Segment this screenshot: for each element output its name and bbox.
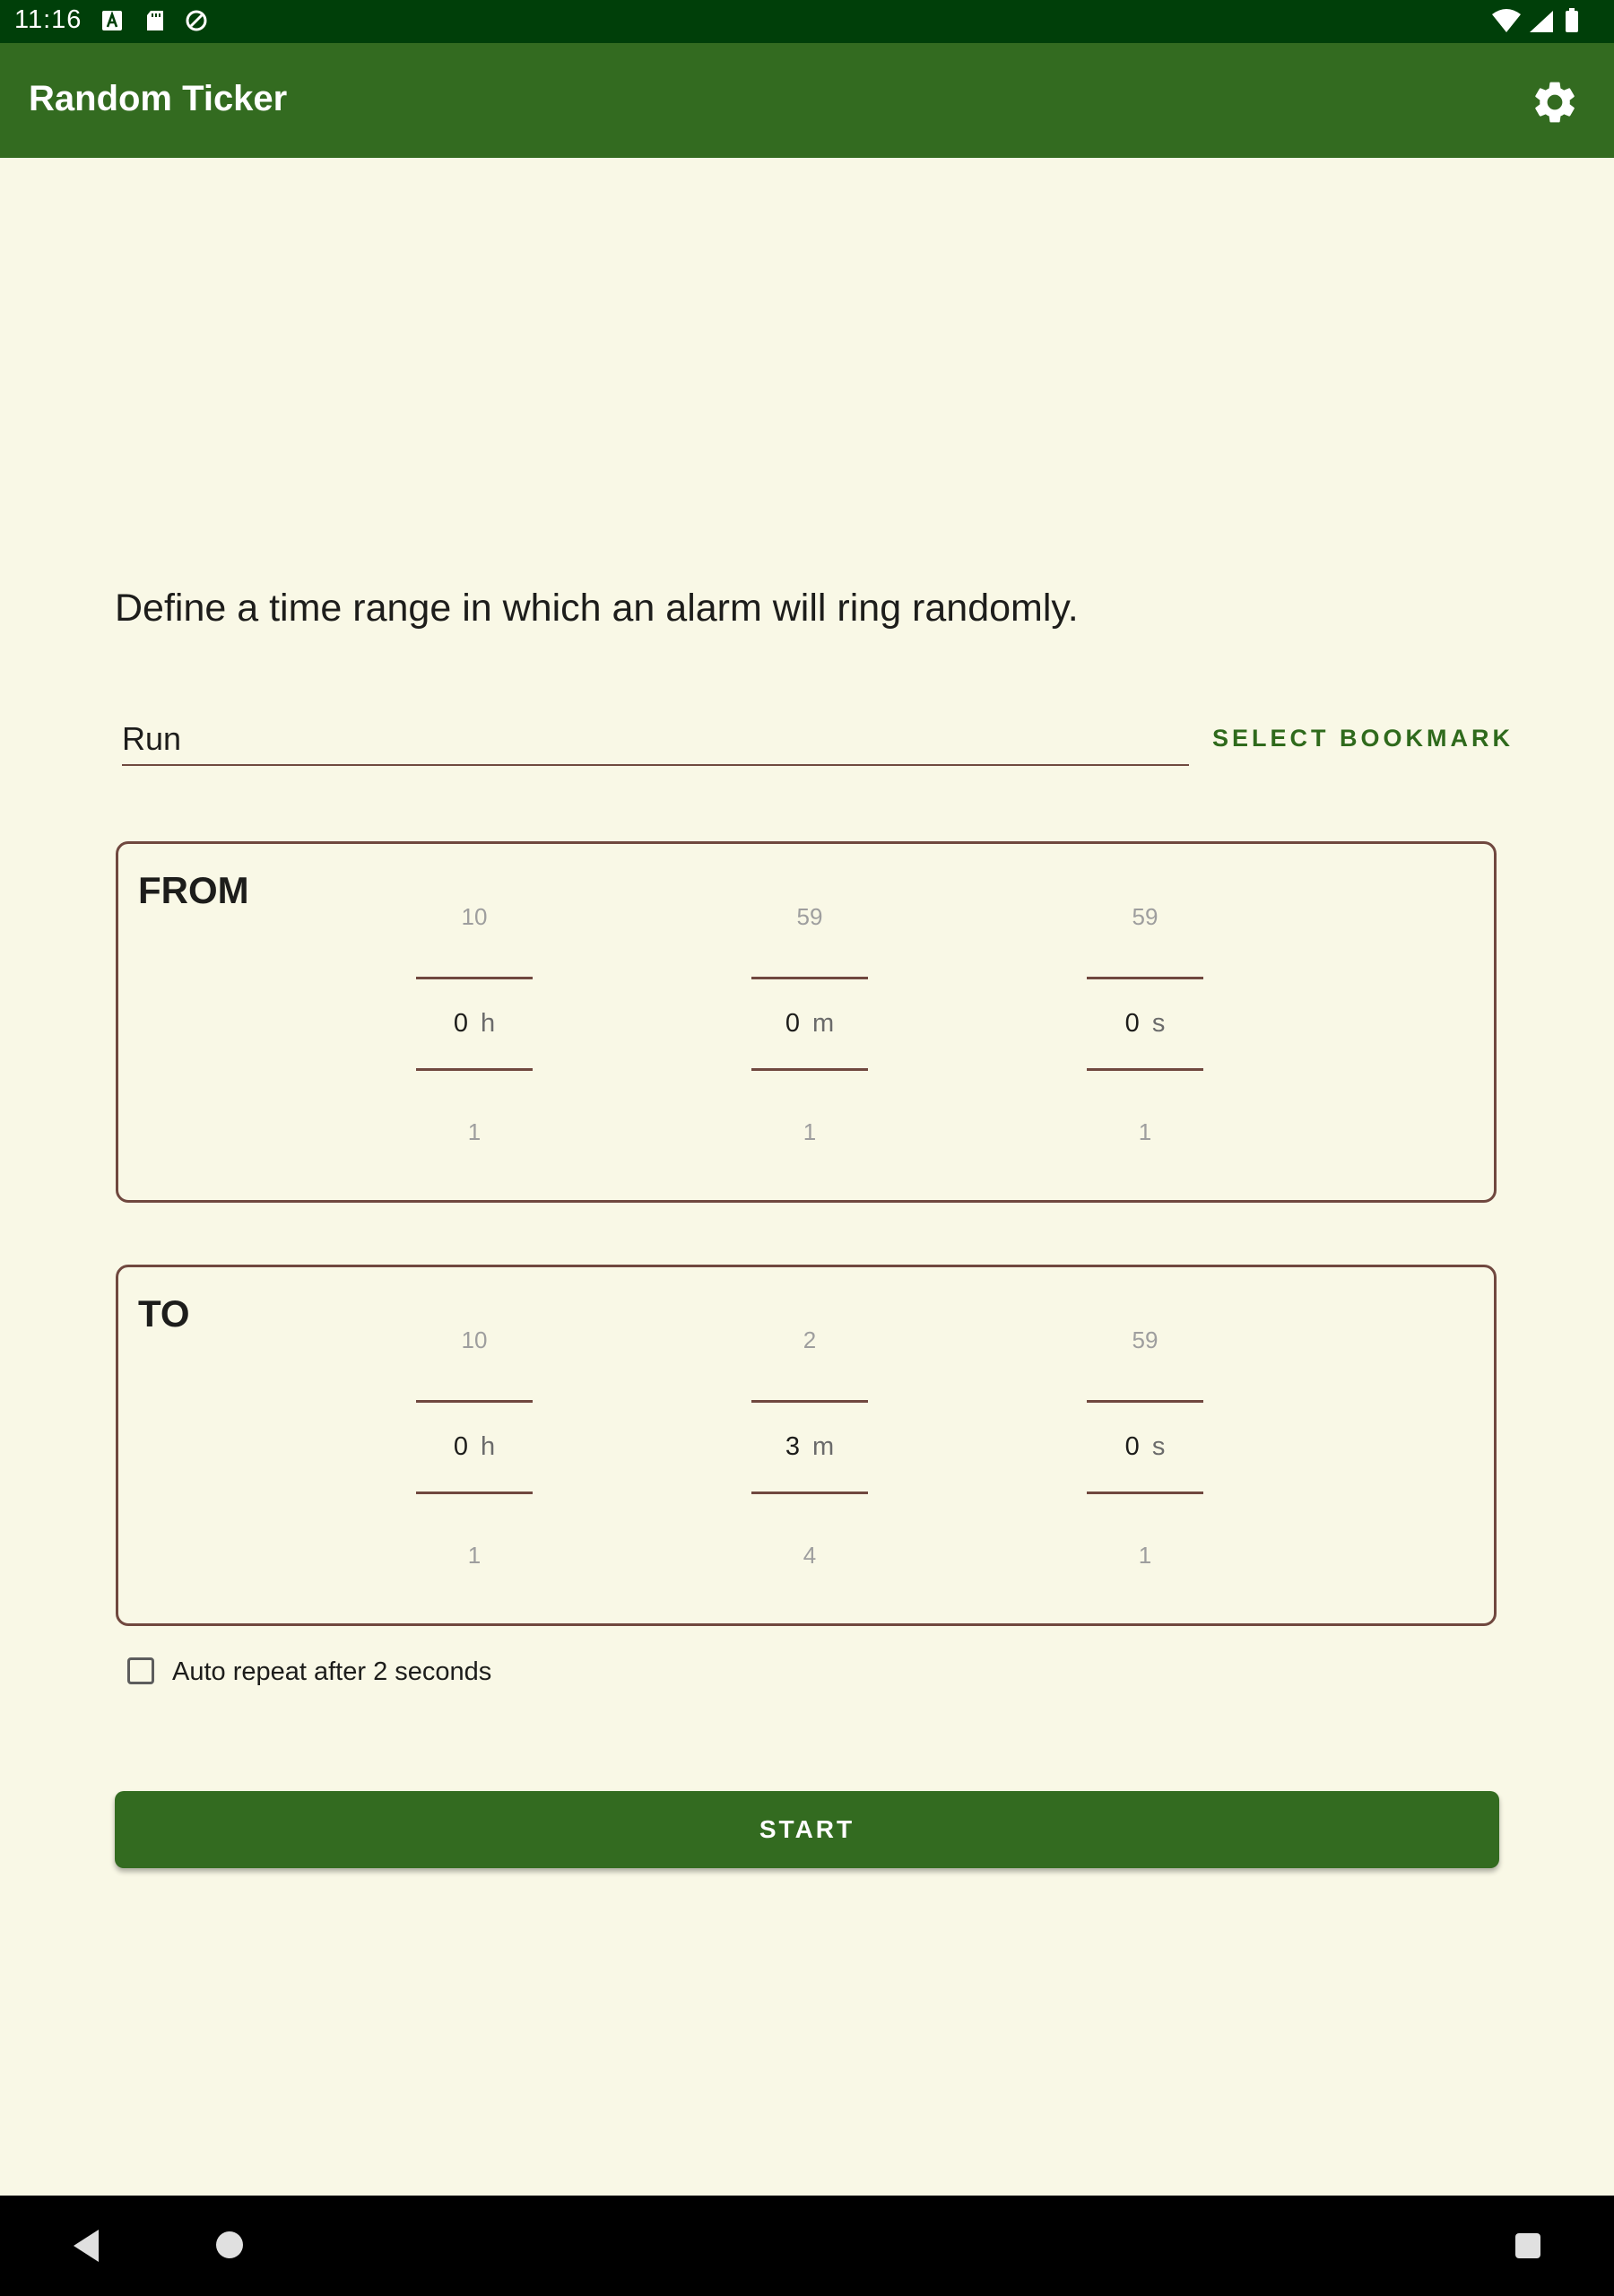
status-bar: 11:16 bbox=[0, 0, 1614, 43]
picker-divider bbox=[416, 1068, 533, 1071]
to-title: TO bbox=[138, 1292, 190, 1335]
to-range-box: TO 10 0h 1 2 3m 4 59 0s 1 bbox=[116, 1265, 1497, 1626]
picker-current-value: 0 bbox=[453, 1432, 468, 1461]
picker-prev-value[interactable]: 59 bbox=[1087, 903, 1203, 931]
picker-unit: s bbox=[1151, 1432, 1166, 1461]
picker-divider bbox=[751, 1400, 868, 1403]
system-status-icons bbox=[1492, 8, 1578, 32]
wifi-icon bbox=[1492, 9, 1521, 32]
back-icon[interactable] bbox=[70, 2228, 102, 2264]
data-saver-icon bbox=[186, 10, 207, 31]
to-seconds-picker[interactable]: 59 0s 1 bbox=[1087, 1321, 1203, 1590]
app-bar: Random Ticker bbox=[0, 43, 1614, 158]
picker-unit: s bbox=[1151, 1009, 1166, 1038]
select-bookmark-button[interactable]: SELECT BOOKMARK bbox=[1212, 725, 1514, 752]
alarm-name-input[interactable] bbox=[122, 714, 1189, 766]
start-button[interactable]: START bbox=[115, 1791, 1499, 1868]
picker-current[interactable]: 0h bbox=[416, 1009, 533, 1039]
picker-current-value: 0 bbox=[1124, 1009, 1140, 1038]
picker-current-value: 0 bbox=[1124, 1432, 1140, 1461]
picker-divider bbox=[751, 1068, 868, 1071]
from-hours-picker[interactable]: 10 0h 1 bbox=[416, 898, 533, 1167]
from-minutes-picker[interactable]: 59 0m 1 bbox=[751, 898, 868, 1167]
picker-current-value: 0 bbox=[453, 1009, 468, 1038]
auto-repeat-label[interactable]: Auto repeat after 2 seconds bbox=[172, 1657, 491, 1687]
picker-current[interactable]: 0m bbox=[751, 1009, 868, 1039]
picker-divider bbox=[1087, 1400, 1203, 1403]
gear-icon[interactable] bbox=[1530, 77, 1580, 127]
picker-current[interactable]: 3m bbox=[751, 1432, 868, 1462]
app-title: Random Ticker bbox=[29, 79, 288, 118]
cell-signal-icon bbox=[1530, 11, 1553, 32]
picker-divider bbox=[1087, 1492, 1203, 1494]
font-a-icon bbox=[102, 11, 122, 30]
picker-next-value[interactable]: 1 bbox=[416, 1542, 533, 1570]
picker-unit: h bbox=[481, 1009, 496, 1038]
picker-current[interactable]: 0h bbox=[416, 1432, 533, 1462]
picker-current-value: 3 bbox=[785, 1432, 800, 1461]
picker-prev-value[interactable]: 10 bbox=[416, 903, 533, 931]
picker-next-value[interactable]: 4 bbox=[751, 1542, 868, 1570]
picker-current[interactable]: 0s bbox=[1087, 1432, 1203, 1462]
auto-repeat-checkbox[interactable] bbox=[127, 1657, 154, 1684]
picker-current-value: 0 bbox=[785, 1009, 800, 1038]
picker-unit: h bbox=[481, 1432, 496, 1461]
picker-next-value[interactable]: 1 bbox=[1087, 1542, 1203, 1570]
picker-prev-value[interactable]: 10 bbox=[416, 1326, 533, 1354]
picker-divider bbox=[416, 1492, 533, 1494]
recents-icon[interactable] bbox=[1514, 2231, 1542, 2260]
navigation-bar bbox=[0, 2196, 1614, 2296]
picker-divider bbox=[751, 977, 868, 979]
from-range-box: FROM 10 0h 1 59 0m 1 59 0s 1 bbox=[116, 841, 1497, 1203]
picker-next-value[interactable]: 1 bbox=[751, 1118, 868, 1146]
status-time: 11:16 bbox=[14, 5, 82, 34]
picker-unit: m bbox=[811, 1432, 835, 1461]
picker-next-value[interactable]: 1 bbox=[1087, 1118, 1203, 1146]
picker-prev-value[interactable]: 59 bbox=[751, 903, 868, 931]
from-seconds-picker[interactable]: 59 0s 1 bbox=[1087, 898, 1203, 1167]
picker-divider bbox=[1087, 977, 1203, 979]
to-minutes-picker[interactable]: 2 3m 4 bbox=[751, 1321, 868, 1590]
picker-prev-value[interactable]: 2 bbox=[751, 1326, 868, 1354]
picker-unit: m bbox=[811, 1009, 835, 1038]
home-icon[interactable] bbox=[214, 2230, 245, 2260]
picker-divider bbox=[751, 1492, 868, 1494]
to-hours-picker[interactable]: 10 0h 1 bbox=[416, 1321, 533, 1590]
picker-divider bbox=[1087, 1068, 1203, 1071]
from-title: FROM bbox=[138, 869, 249, 911]
sd-card-icon bbox=[147, 11, 163, 30]
picker-prev-value[interactable]: 59 bbox=[1087, 1326, 1203, 1354]
picker-divider bbox=[416, 977, 533, 979]
picker-next-value[interactable]: 1 bbox=[416, 1118, 533, 1146]
battery-icon bbox=[1566, 11, 1578, 32]
picker-divider bbox=[416, 1400, 533, 1403]
description-text: Define a time range in which an alarm wi… bbox=[115, 587, 1079, 630]
picker-current[interactable]: 0s bbox=[1087, 1009, 1203, 1039]
